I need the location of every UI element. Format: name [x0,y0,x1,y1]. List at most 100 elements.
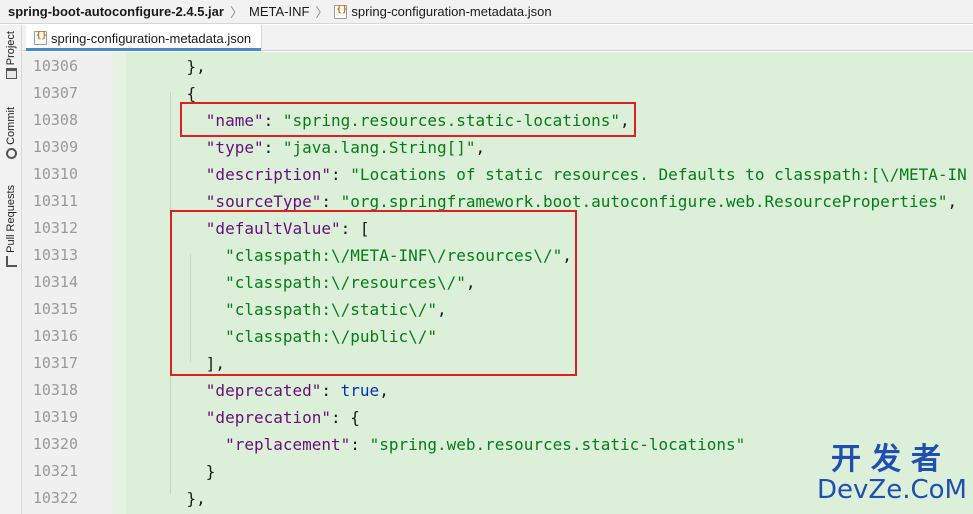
code-token: , [475,138,486,157]
line-number: 10308 [32,111,78,129]
tab-label: spring-configuration-metadata.json [51,30,252,46]
commit-tool-label: Commit [5,107,17,145]
code-token: true [340,381,380,400]
code-token: "spring.web.resources.static-locations" [369,435,746,454]
pull-requests-tool-button[interactable]: Pull Requests [2,185,20,267]
code-token: "defaultValue" [205,219,341,238]
code-text: } [148,458,216,485]
commit-tool-button[interactable]: Commit [2,107,20,159]
breadcrumb-separator: 〉 [315,5,329,20]
code-token: : [263,138,283,157]
line-number: 10314 [32,273,78,291]
code-token: "classpath:\/resources\/" [225,273,466,292]
code-text: "classpath:\/META-INF\/resources\/", [148,242,572,269]
code-text: "deprecation": { [148,404,360,431]
code-line: 10307 { [22,80,973,107]
editor-tab-bar: spring-configuration-metadata.json [22,25,973,51]
line-number: 10312 [32,219,78,237]
code-token: , [436,300,447,319]
json-file-icon [34,31,47,45]
line-number: 10320 [32,435,78,453]
code-token: "spring.resources.static-locations" [282,111,621,130]
code-line: 10314 "classpath:\/resources\/", [22,269,973,296]
code-token: ], [148,354,226,373]
code-token: "java.lang.String[]" [282,138,476,157]
indent-guide [190,254,191,362]
line-number: 10317 [32,354,78,372]
code-text: }, [148,53,206,80]
code-token: }, [148,57,206,76]
code-token: "replacement" [225,435,351,454]
breadcrumb-file-label: spring-configuration-metadata.json [351,4,552,19]
code-text: "classpath:\/public\/" [148,323,437,350]
pull-requests-tool-label: Pull Requests [5,185,17,253]
line-number: 10311 [32,192,78,210]
code-text: "defaultValue": [ [148,215,370,242]
code-line: 10317 ], [22,350,973,377]
line-number: 10313 [32,246,78,264]
code-token: : [321,381,341,400]
code-token: }, [148,489,206,508]
code-line: 10310 "description": "Locations of stati… [22,161,973,188]
code-token: "Locations of static resources. Defaults… [350,165,967,184]
code-line: 10312 "defaultValue": [ [22,215,973,242]
code-text: "sourceType": "org.springframework.boot.… [148,188,957,215]
code-line: 10313 "classpath:\/META-INF\/resources\/… [22,242,973,269]
code-token: "sourceType" [205,192,322,211]
code-token: , [562,246,572,265]
watermark-cn: 开发者 [831,442,951,477]
code-token: , [947,192,958,211]
line-number: 10321 [32,462,78,480]
code-line: 10309 "type": "java.lang.String[]", [22,134,973,161]
code-token: : [321,192,341,211]
watermark-en: DevZe.CoM [817,475,967,505]
breadcrumb-jar[interactable]: spring-boot-autoconfigure-2.4.5.jar [8,4,224,19]
tab-spring-configuration-metadata[interactable]: spring-configuration-metadata.json [26,25,263,51]
code-token: , [465,273,476,292]
code-text: "name": "spring.resources.static-locatio… [148,107,630,134]
code-token: "description" [205,165,332,184]
code-text: }, [148,485,206,512]
json-file-icon [334,4,348,19]
code-text: ], [148,350,225,377]
line-number: 10319 [32,408,78,426]
line-number: 10310 [32,165,78,183]
project-tool-label: Project [5,31,17,66]
line-number: 10316 [32,327,78,345]
code-token: "classpath:\/META-INF\/resources\/" [225,246,563,265]
code-text: "classpath:\/static\/", [148,296,447,323]
code-token: "classpath:\/public\/" [225,327,437,346]
code-line: 10311 "sourceType": "org.springframework… [22,188,973,215]
code-text: "description": "Locations of static reso… [148,161,967,188]
code-token: , [620,111,630,130]
code-line: 10315 "classpath:\/static\/", [22,296,973,323]
code-text: "type": "java.lang.String[]", [148,134,485,161]
breadcrumb-file[interactable]: spring-configuration-metadata.json [334,4,552,19]
code-text: "replacement": "spring.web.resources.sta… [148,431,745,458]
breadcrumb: spring-boot-autoconfigure-2.4.5.jar 〉 ME… [0,0,973,24]
watermark: 开发者 DevZe.CoM [817,442,967,506]
project-tool-button[interactable]: Project [2,31,20,80]
breadcrumb-separator: 〉 [229,5,243,20]
breadcrumb-folder[interactable]: META-INF [249,4,309,19]
line-number: 10309 [32,138,78,156]
line-number: 10318 [32,381,78,399]
code-token: "name" [205,111,264,130]
pull-request-icon [5,255,17,267]
code-token: "classpath:\/static\/" [225,300,437,319]
code-token: "type" [205,138,264,157]
code-token: : [331,165,351,184]
code-line: 10308 "name": "spring.resources.static-l… [22,107,973,134]
